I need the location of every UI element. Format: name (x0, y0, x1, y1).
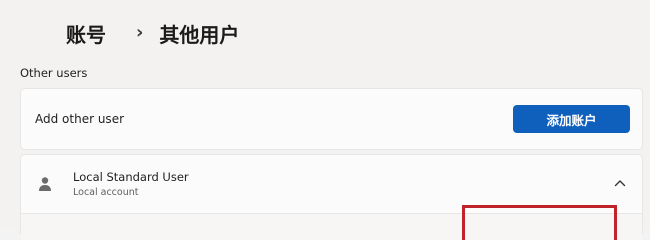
user-account-type: Local account (73, 187, 139, 198)
user-name: Local Standard User (73, 170, 189, 184)
chevron-up-icon[interactable] (614, 179, 626, 187)
breadcrumb: 账号 › 其他用户 (66, 18, 239, 48)
add-other-user-label: Add other user (35, 112, 125, 126)
person-icon (39, 177, 51, 191)
breadcrumb-item-accounts[interactable]: 账号 (66, 19, 106, 48)
settings-page: 账号 › 其他用户 Other users Add other user 添加账… (0, 0, 650, 240)
add-account-button[interactable]: 添加账户 (513, 105, 630, 133)
highlight-annotation (462, 205, 617, 240)
breadcrumb-separator: › (136, 21, 144, 43)
add-other-user-card: Add other user 添加账户 (20, 88, 643, 150)
section-title-other-users: Other users (20, 66, 88, 80)
page-title: 其他用户 (159, 22, 240, 47)
